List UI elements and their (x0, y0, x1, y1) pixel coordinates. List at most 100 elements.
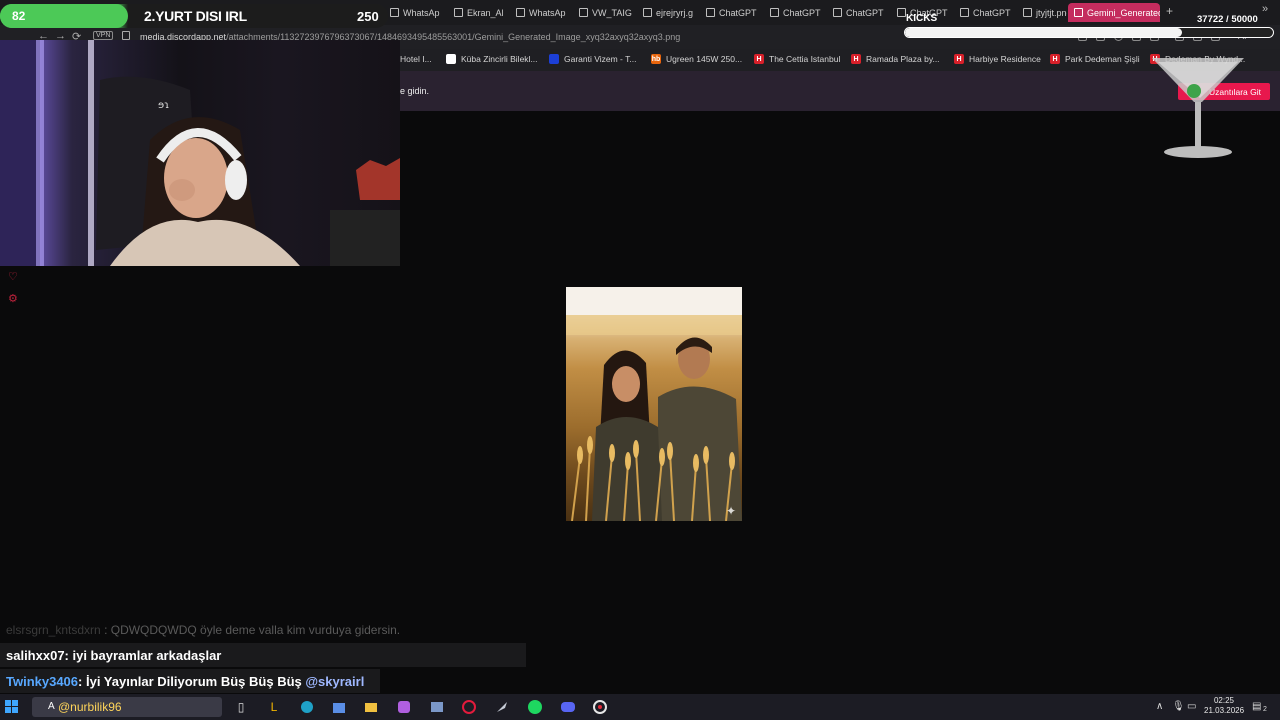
browser-tab[interactable]: ChatGPT (770, 3, 830, 22)
tab-label: WhatsAp (529, 7, 566, 18)
bookmarks-overflow-button[interactable]: » (1262, 3, 1268, 15)
windows-start-icon[interactable] (3, 698, 21, 716)
chrome-icon[interactable] (591, 698, 609, 716)
clock-date: 21.03.2026 (1204, 706, 1245, 715)
stream-level: 82 (12, 9, 26, 23)
tab-favicon-icon (960, 8, 969, 17)
bookmark-label: Küba Zincirli Bilekl... (461, 54, 538, 64)
bookmark-label: Garanti Vizem - T... (564, 54, 637, 64)
tab-favicon-icon (770, 8, 779, 17)
tab-favicon-icon (833, 8, 842, 17)
edge-icon[interactable] (298, 698, 316, 716)
app-icon-window[interactable] (428, 698, 446, 716)
viewed-image[interactable]: ✦ (566, 287, 742, 521)
bookmark-item[interactable]: H Harbiye Residence (954, 54, 1041, 64)
vpn-badge[interactable]: VPN (93, 31, 114, 40)
tab-label: ChatGPT (719, 7, 757, 18)
tab-favicon-icon (1074, 8, 1083, 17)
tab-favicon-icon (897, 8, 906, 17)
browser-tab[interactable]: ChatGPT (833, 3, 893, 22)
tab-label: ChatGPT (846, 7, 884, 18)
bookmark-favicon-icon: H (851, 54, 861, 64)
chat-text: : İyi Yayınlar Diliyorum Büş Büş Büş (78, 674, 302, 689)
bookmark-favicon-icon (446, 54, 456, 64)
app-icon-colorful[interactable] (395, 698, 413, 716)
opera-icon[interactable] (460, 698, 478, 716)
bookmark-item[interactable]: Garanti Vizem - T... (549, 54, 636, 64)
chat-username: elsrsgrn_kntsdxrn (6, 623, 101, 637)
browser-tab[interactable]: VW_TAIG (579, 3, 639, 22)
chat-username: salihxx07 (6, 648, 65, 663)
bookmark-item[interactable]: Hotel I... (400, 54, 432, 64)
bookmark-favicon-icon (549, 54, 559, 64)
browser-tab[interactable]: jtyjtjt.png (1023, 3, 1067, 22)
tab-label: ejrejryrj.g (656, 7, 694, 18)
app-icon-l[interactable]: L (265, 698, 283, 716)
stream-title: 2.YURT DISI IRL (144, 8, 247, 24)
browser-tab[interactable]: WhatsAp (390, 3, 450, 22)
chat-message-faded: elsrsgrn_kntsdxrn : QDWQDQWDQ öyle deme … (6, 623, 400, 637)
tab-favicon-icon (516, 8, 525, 17)
bookmark-item[interactable]: Küba Zincirli Bilekl... (446, 54, 538, 64)
new-tab-button[interactable]: + (1166, 4, 1173, 18)
chat-mention[interactable]: @skyrairl (305, 674, 364, 689)
taskbar-username: @nurbilik96 (58, 700, 122, 714)
kicks-goal-bar (904, 27, 1274, 38)
browser-tab[interactable]: WhatsAp (516, 3, 576, 22)
bookmark-item[interactable]: H The Cettia Istanbul (754, 54, 840, 64)
browser-tab[interactable]: Gemini_Generated (1068, 3, 1160, 22)
bookmark-label: Harbiye Residence (969, 54, 1041, 64)
bookmark-label: Hotel I... (400, 54, 432, 64)
chat-username: Twinky3406 (6, 674, 79, 689)
alert-icon: ♡ (8, 271, 18, 283)
clock-time: 02:25 (1213, 696, 1235, 705)
tab-favicon-icon (579, 8, 588, 17)
bookmark-item[interactable]: hb Ugreen 145W 250... (651, 54, 742, 64)
tab-favicon-icon (454, 8, 463, 17)
network-icon[interactable]: ▭ (1187, 701, 1196, 712)
tab-label: Gemini_Generated (1087, 7, 1160, 18)
tab-label: VW_TAIG (592, 7, 632, 18)
settings-icon: ⚙ (8, 293, 18, 305)
windows-taskbar: @nurbilik96 A ▯ L ∧ 🎙 ▭ ▤ 2 (0, 694, 1280, 720)
chat-text: : iyi bayramlar arkadaşlar (64, 648, 222, 663)
taskbar-search-box[interactable]: @nurbilik96 A (32, 697, 222, 717)
spotify-icon[interactable] (526, 698, 544, 716)
tab-favicon-icon (1023, 8, 1032, 17)
discord-icon[interactable] (559, 698, 577, 716)
notice-text: e gidin. (400, 86, 430, 96)
browser-tab[interactable]: ChatGPT (960, 3, 1020, 22)
stream-goal-target: 250 (357, 9, 379, 24)
bookmark-label: The Cettia Istanbul (769, 54, 841, 64)
folder-icon[interactable] (362, 698, 380, 716)
tab-label: Ekran_Al (467, 7, 504, 18)
notification-count: 2 (1263, 706, 1267, 713)
tab-favicon-icon (390, 8, 399, 17)
app-icon-feather[interactable] (493, 698, 511, 716)
bookmark-favicon-icon: H (1050, 54, 1060, 64)
svg-text:ɘɿ: ɘɿ (158, 100, 169, 111)
microphone-icon[interactable]: 🎙 (1172, 701, 1185, 712)
tab-label: jtyjtjt.png (1036, 7, 1067, 18)
taskbar-clock[interactable]: 02:25 21.03.2026 (1204, 696, 1244, 716)
bookmark-item[interactable]: H Park Dedeman Şişli (1050, 54, 1140, 64)
task-view-icon[interactable]: ▯ (232, 698, 250, 716)
store-icon[interactable] (330, 698, 348, 716)
browser-tab[interactable]: ChatGPT (706, 3, 766, 22)
tab-favicon-icon (643, 8, 652, 17)
tray-overflow-icon[interactable]: ∧ (1156, 701, 1163, 712)
lock-icon[interactable] (122, 31, 130, 40)
browser-tab[interactable]: ejrejryrj.g (643, 3, 703, 22)
bookmark-favicon-icon: H (754, 54, 764, 64)
bookmark-label: Ugreen 145W 250... (666, 54, 743, 64)
bookmark-label: Ramada Plaza by... (866, 54, 940, 64)
kicks-goal-label: KICKS (906, 13, 938, 24)
extensions-notice-bar: e gidin. (400, 71, 1280, 111)
chat-text: : QDWQDQWDQ öyle deme valla kim vurduya … (104, 623, 401, 637)
bookmark-item[interactable]: H Ramada Plaza by... (851, 54, 940, 64)
taskbar-user-prefix: A (48, 701, 55, 712)
browser-tab[interactable]: Ekran_Al (454, 3, 514, 22)
kicks-goal-fill (905, 28, 1183, 37)
notification-icon[interactable]: ▤ (1252, 701, 1261, 712)
kicks-goal-count: 37722 / 50000 (1197, 14, 1258, 25)
